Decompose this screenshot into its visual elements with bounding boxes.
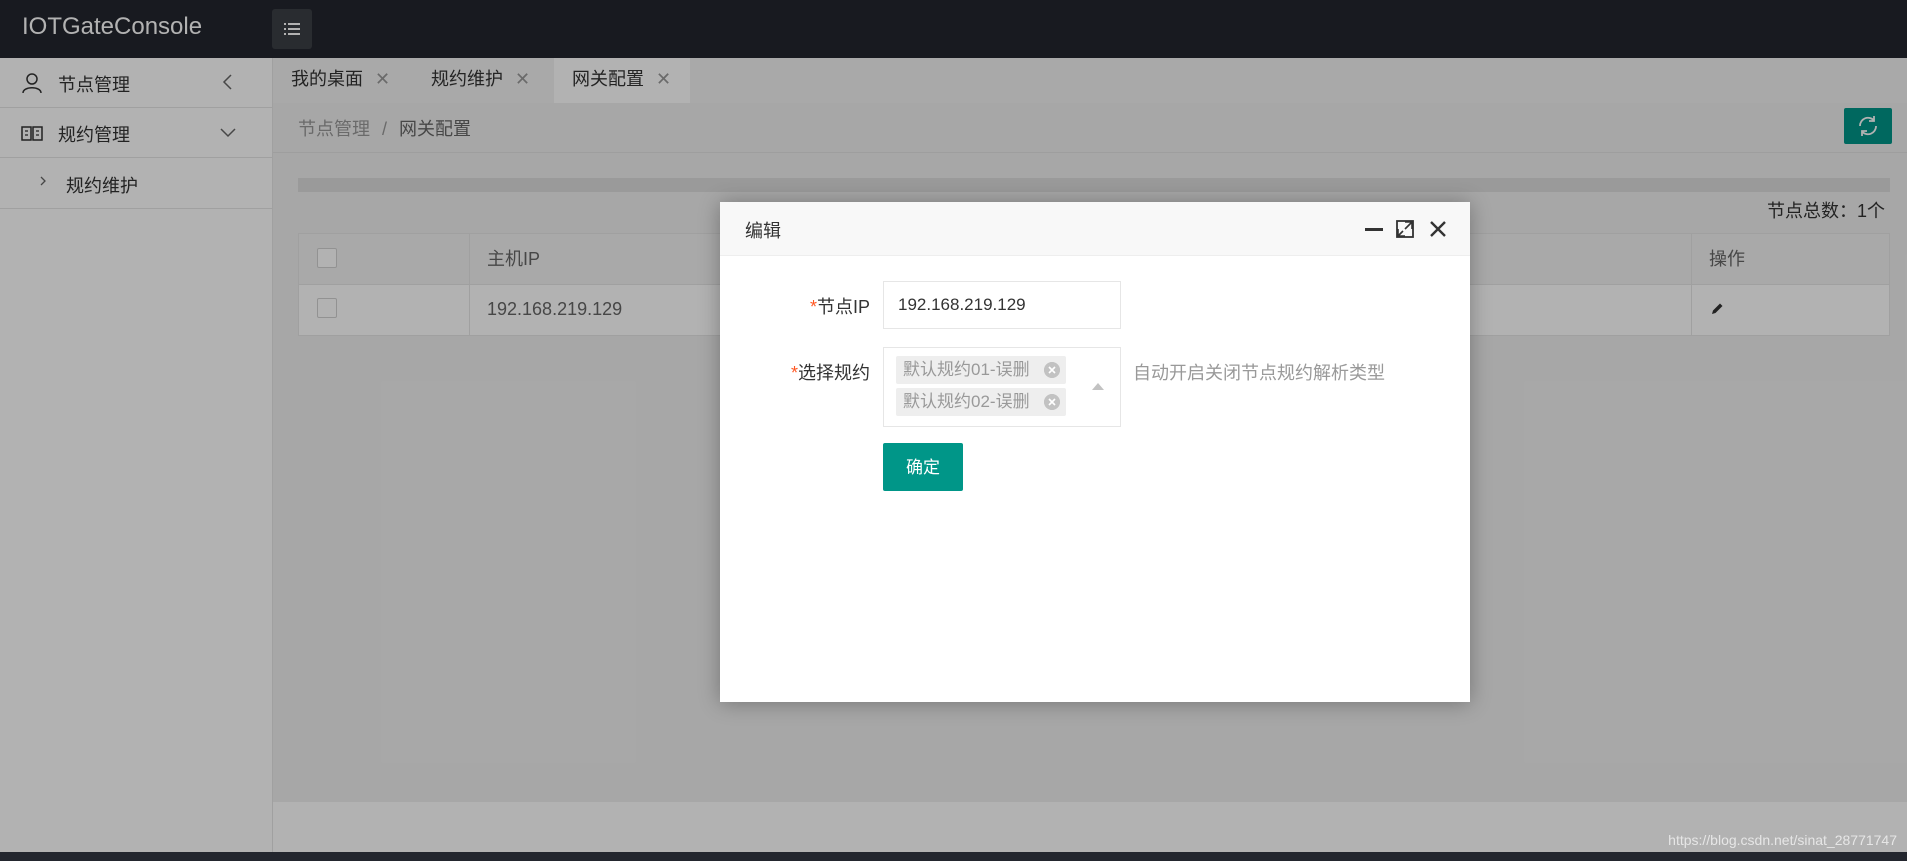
edit-dialog: 编辑 *节点IP *选择规约 默认规约01-误删 默认规约02-误删 [720, 202, 1470, 702]
selected-protocol-tag: 默认规约02-误删 [896, 388, 1066, 416]
protocol-label-text: 选择规约 [798, 363, 870, 383]
protocol-hint: 自动开启关闭节点规约解析类型 [1133, 363, 1385, 383]
protocol-multiselect[interactable]: 默认规约01-误删 默认规约02-误删 [883, 347, 1121, 427]
remove-tag-icon[interactable] [1043, 394, 1060, 410]
node-ip-label-text: 节点IP [816, 297, 870, 317]
confirm-button[interactable]: 确定 [883, 443, 963, 491]
tag-label: 默认规约01-误删 [903, 360, 1030, 379]
node-ip-label: *节点IP [730, 293, 870, 319]
protocol-label: *选择规约 [730, 359, 870, 385]
required-marker: * [809, 297, 817, 317]
node-ip-input[interactable] [883, 281, 1121, 329]
required-marker: * [790, 363, 798, 383]
selected-protocol-tag: 默认规约01-误删 [896, 356, 1066, 384]
bottom-bar [0, 852, 1907, 861]
dialog-title: 编辑 [745, 221, 781, 241]
watermark: https://blog.csdn.net/sinat_28771747 [1668, 832, 1897, 848]
dialog-header: 编辑 [720, 202, 1470, 256]
minimize-icon[interactable] [1363, 218, 1385, 240]
tag-label: 默认规约02-误删 [903, 392, 1030, 411]
remove-tag-icon[interactable] [1043, 362, 1060, 378]
caret-up-icon [1092, 383, 1104, 390]
maximize-icon[interactable] [1394, 218, 1416, 240]
close-icon[interactable] [1427, 218, 1449, 240]
